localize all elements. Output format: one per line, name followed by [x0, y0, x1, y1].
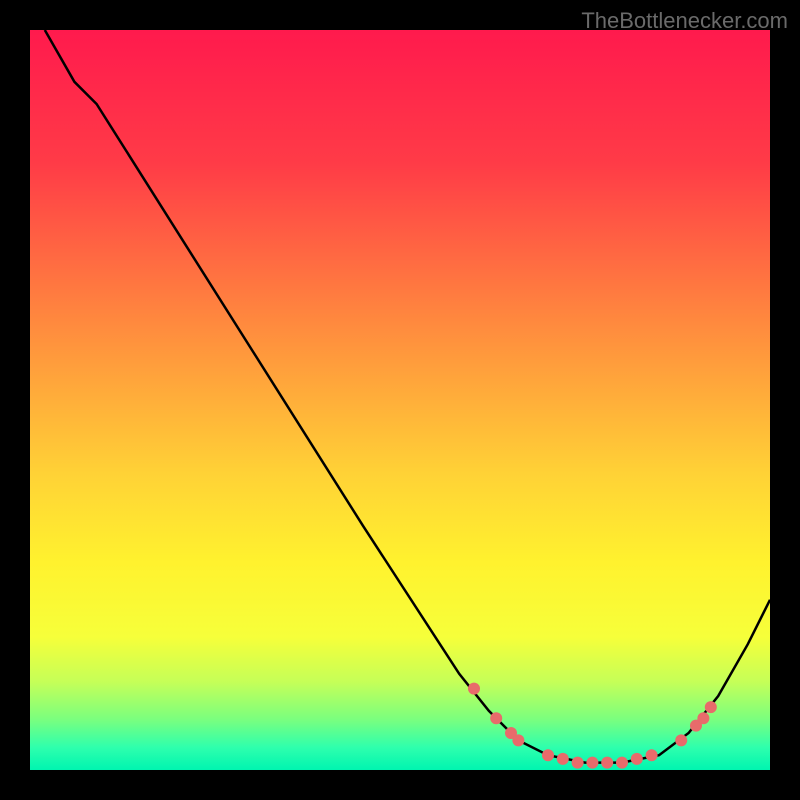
chart-plot-area	[30, 30, 770, 770]
data-point	[586, 757, 598, 769]
data-point	[490, 712, 502, 724]
data-point	[616, 757, 628, 769]
data-point	[675, 734, 687, 746]
data-point	[705, 701, 717, 713]
data-point	[646, 749, 658, 761]
data-point	[512, 734, 524, 746]
data-point	[468, 683, 480, 695]
data-point	[557, 753, 569, 765]
data-point	[697, 712, 709, 724]
data-point	[601, 757, 613, 769]
watermark-text: TheBottlenecker.com	[581, 8, 788, 34]
data-point	[542, 749, 554, 761]
data-point	[631, 753, 643, 765]
chart-data-points	[30, 30, 770, 770]
data-point	[572, 757, 584, 769]
